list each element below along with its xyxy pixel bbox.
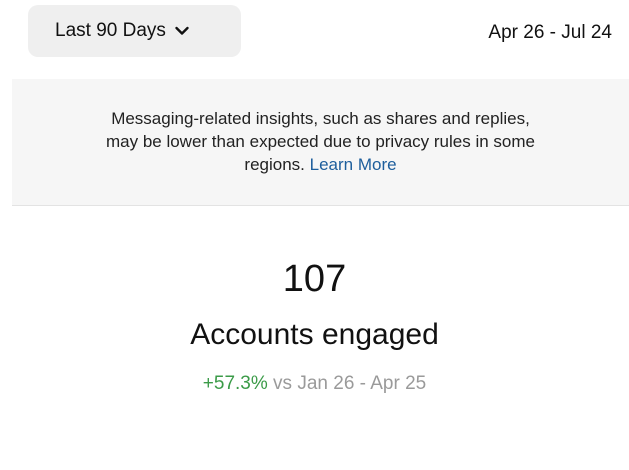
notice-line-3-text: regions. (244, 155, 310, 174)
top-bar: Last 90 Days Apr 26 - Jul 24 (0, 0, 629, 70)
notice-line-3: regions. Learn More (42, 153, 599, 176)
comparison-period-text: vs Jan 26 - Apr 25 (267, 373, 427, 394)
date-range-dropdown-button[interactable]: Last 90 Days (28, 5, 241, 57)
notice-line-2: may be lower than expected due to privac… (105, 132, 535, 151)
chevron-down-icon (174, 23, 190, 39)
metric-label: Accounts engaged (190, 318, 439, 351)
date-range-text: Apr 26 - Jul 24 (488, 22, 612, 43)
privacy-notice-banner: Messaging-related insights, such as shar… (12, 79, 629, 206)
notice-line-1: Messaging-related insights, such as shar… (111, 109, 530, 128)
learn-more-link[interactable]: Learn More (310, 155, 397, 174)
metric-comparison: +57.3% vs Jan 26 - Apr 25 (0, 372, 629, 396)
accounts-engaged-metric: 107 Accounts engaged +57.3% vs Jan 26 - … (0, 256, 629, 396)
date-range-dropdown-label: Last 90 Days (55, 20, 166, 41)
delta-percentage: +57.3% (202, 373, 268, 394)
metric-value: 107 (282, 258, 347, 300)
